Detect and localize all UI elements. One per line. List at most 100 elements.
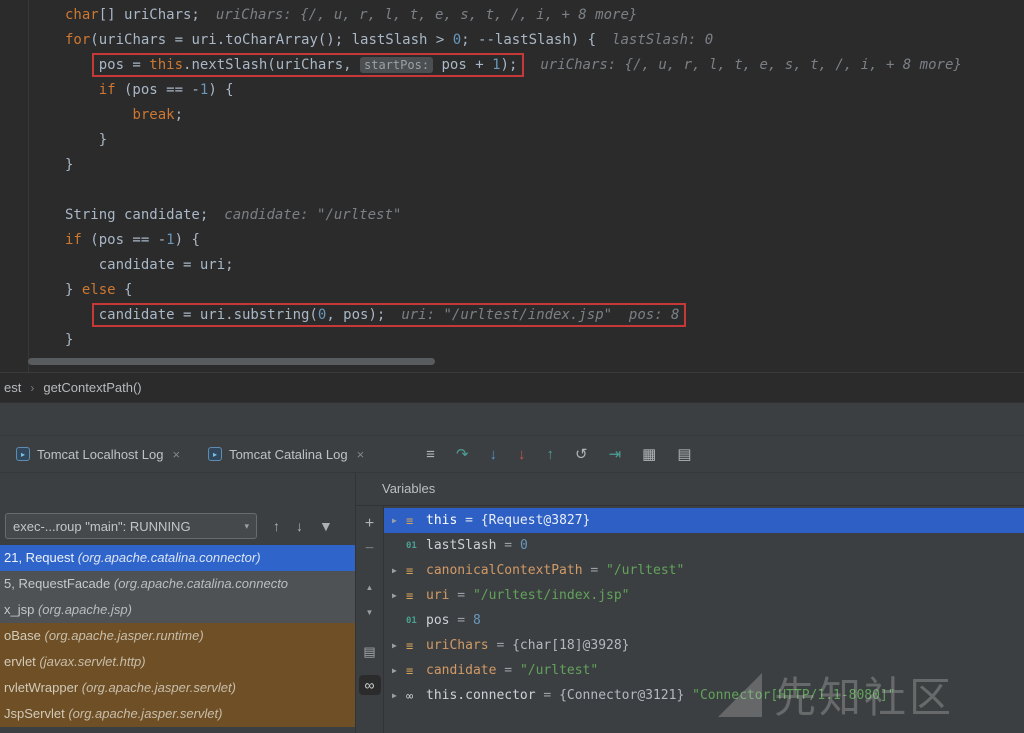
code-line[interactable]: for(uriChars = uri.toCharArray(); lastSl… — [29, 28, 1024, 53]
variable-row[interactable]: 01pos = 8 — [384, 608, 1024, 633]
close-icon[interactable]: × — [357, 447, 365, 462]
breadcrumb-method[interactable]: getContextPath() — [43, 380, 141, 395]
show-watches-icon[interactable]: ∞ — [359, 675, 381, 695]
object-icon: ≡ — [406, 664, 426, 678]
variable-row[interactable]: ▶≡uriChars = {char[18]@3928} — [384, 633, 1024, 658]
code-line[interactable]: pos = this.nextSlash(uriChars, startPos:… — [29, 53, 1024, 78]
frame-text: oBase — [4, 628, 44, 643]
execution-highlight-box: candidate = uri.substring(0, pos);uri: "… — [92, 303, 687, 327]
frame-row[interactable]: oBase (org.apache.jasper.runtime) — [0, 623, 355, 649]
variables-header: Variables — [356, 473, 1024, 506]
variable-row[interactable]: ▶≡this = {Request@3827} — [384, 508, 1024, 533]
chevron-right-icon: › — [30, 381, 34, 395]
variables-toolbar: + − ▲ ▼ ▤ ∞ — [356, 506, 384, 733]
variable-name: pos — [426, 613, 449, 628]
code-token: else — [82, 282, 116, 298]
variables-body: + − ▲ ▼ ▤ ∞ ▶≡this = {Request@3827}01lastSlas… — [356, 506, 1024, 733]
code-line[interactable]: break; — [29, 103, 1024, 128]
expand-arrow-icon[interactable]: ▶ — [392, 516, 406, 525]
breadcrumb: est › getContextPath() — [0, 372, 1024, 402]
inline-debug-hint: candidate: "/urltest" — [224, 207, 401, 223]
code-text: } — [65, 157, 73, 173]
add-watch-icon[interactable]: + — [365, 516, 374, 532]
console-tab[interactable]: ▸Tomcat Catalina Log× — [208, 447, 364, 462]
indent — [65, 132, 99, 148]
menu-icon[interactable]: ≡ — [426, 447, 435, 462]
code-area[interactable]: char[] uriChars; uriChars: {/, u, r, l, t… — [29, 3, 1024, 353]
code-token: for — [65, 32, 90, 48]
thread-dropdown[interactable]: exec-...roup "main": RUNNING ▾ — [5, 513, 257, 539]
code-token: if — [99, 82, 116, 98]
layout-settings-icon[interactable]: ▤ — [677, 447, 691, 462]
breadcrumb-class[interactable]: est — [4, 380, 21, 395]
move-watch-up-icon[interactable]: ▲ — [366, 580, 374, 596]
frame-package: (javax.servlet.http) — [39, 654, 145, 669]
step-over-icon[interactable]: ↷ — [456, 447, 469, 462]
code-line[interactable]: candidate = uri; — [29, 253, 1024, 278]
variable-row[interactable]: ▶∞this.connector = {Connector@3121} "Con… — [384, 683, 1024, 708]
inline-debug-hint: uriChars: {/, u, r, l, t, e, s, t, /, i,… — [540, 57, 961, 73]
equals-sign: = — [457, 513, 480, 528]
frames-list: 21, Request (org.apache.catalina.connect… — [0, 545, 355, 733]
filter-frames-icon[interactable]: ▼ — [319, 518, 333, 534]
drop-frame-icon[interactable]: ↺ — [575, 447, 588, 462]
frame-down-icon[interactable]: ↓ — [296, 518, 303, 534]
variable-row[interactable]: ▶≡candidate = "/urltest" — [384, 658, 1024, 683]
code-text: } — [99, 132, 107, 148]
variable-row[interactable]: ▶≡canonicalContextPath = "/urltest" — [384, 558, 1024, 583]
code-token: char — [65, 7, 99, 23]
code-token: [] uriChars; — [99, 7, 200, 23]
expand-arrow-icon[interactable]: ▶ — [392, 691, 406, 700]
close-icon[interactable]: × — [172, 447, 180, 462]
variable-row[interactable]: 01lastSlash = 0 — [384, 533, 1024, 558]
code-line[interactable]: } — [29, 328, 1024, 353]
frame-text: x_jsp — [4, 602, 38, 617]
frame-up-icon[interactable]: ↑ — [273, 518, 280, 534]
expand-arrow-icon[interactable]: ▶ — [392, 641, 406, 650]
code-line[interactable]: } — [29, 153, 1024, 178]
copy-value-icon[interactable]: ▤ — [363, 644, 375, 660]
code-text: for(uriChars = uri.toCharArray(); lastSl… — [65, 32, 596, 48]
variable-value: "/urltest/index.jsp" — [473, 588, 630, 603]
code-text: String candidate; — [65, 207, 208, 223]
variable-name: lastSlash — [426, 538, 496, 553]
frame-text: 21, Request — [4, 550, 78, 565]
console-tab[interactable]: ▸Tomcat Localhost Log× — [16, 447, 180, 462]
equals-sign: = — [449, 613, 472, 628]
code-line[interactable]: } else { — [29, 278, 1024, 303]
thread-dropdown-value: exec-...roup "main": RUNNING — [13, 519, 191, 534]
remove-watch-icon[interactable]: − — [365, 541, 374, 557]
variable-name: uriChars — [426, 638, 489, 653]
frame-row[interactable]: rvletWrapper (org.apache.jasper.servlet) — [0, 675, 355, 701]
variable-row[interactable]: ▶≡uri = "/urltest/index.jsp" — [384, 583, 1024, 608]
expand-arrow-icon[interactable]: ▶ — [392, 666, 406, 675]
equals-sign: = — [489, 638, 512, 653]
step-into-icon[interactable]: ↓ — [490, 447, 498, 462]
code-line[interactable]: if (pos == -1) { — [29, 228, 1024, 253]
code-token: String candidate; — [65, 207, 208, 223]
frames-panel: exec-...roup "main": RUNNING ▾ ↑ ↓ ▼ 21, R… — [0, 473, 356, 733]
code-line[interactable]: char[] uriChars;uriChars: {/, u, r, l, t… — [29, 3, 1024, 28]
frame-text: rvletWrapper — [4, 680, 82, 695]
force-step-into-icon[interactable]: ↓ — [518, 447, 526, 462]
run-to-cursor-icon[interactable]: ⇥ — [609, 447, 622, 462]
expand-arrow-icon[interactable]: ▶ — [392, 566, 406, 575]
code-line[interactable]: candidate = uri.substring(0, pos);uri: "… — [29, 303, 1024, 328]
move-watch-down-icon[interactable]: ▼ — [366, 605, 374, 621]
horizontal-scrollbar[interactable] — [28, 358, 435, 365]
frame-row[interactable]: x_jsp (org.apache.jsp) — [0, 597, 355, 623]
code-line[interactable]: } — [29, 128, 1024, 153]
frame-row[interactable]: JspServlet (org.apache.jasper.servlet) — [0, 701, 355, 727]
frame-row[interactable]: 21, Request (org.apache.catalina.connect… — [0, 545, 355, 571]
code-line[interactable]: if (pos == -1) { — [29, 78, 1024, 103]
console-icon: ▸ — [208, 447, 222, 461]
frame-row[interactable]: 5, RequestFacade (org.apache.catalina.co… — [0, 571, 355, 597]
layout-grid-icon[interactable]: ▦ — [642, 447, 656, 462]
object-icon: ≡ — [406, 589, 426, 603]
code-line[interactable]: String candidate; candidate: "/urltest" — [29, 203, 1024, 228]
frames-panel-spacer — [0, 473, 355, 507]
step-out-icon[interactable]: ↑ — [547, 447, 555, 462]
code-line[interactable] — [29, 178, 1024, 203]
frame-row[interactable]: ervlet (javax.servlet.http) — [0, 649, 355, 675]
expand-arrow-icon[interactable]: ▶ — [392, 591, 406, 600]
